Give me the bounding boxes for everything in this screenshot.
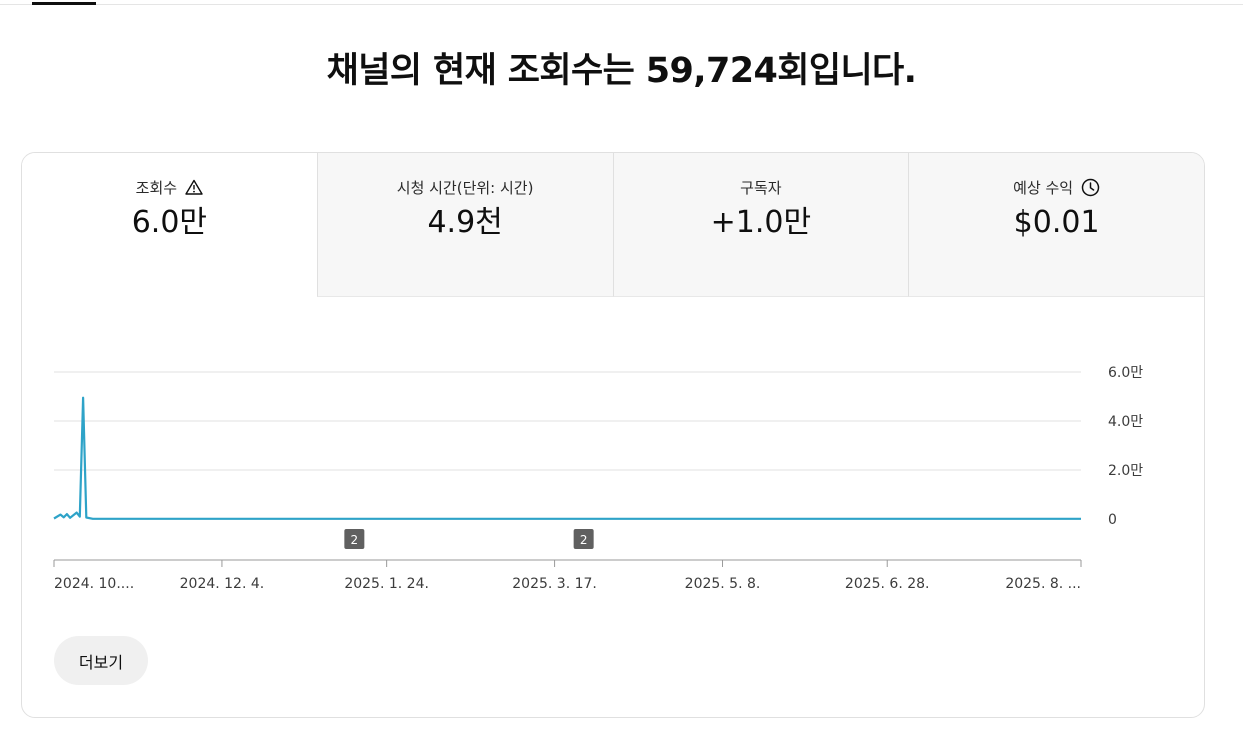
views-series-line	[53, 396, 1081, 520]
more-button[interactable]: 더보기	[54, 636, 148, 685]
annotation-label: 2	[580, 533, 588, 547]
x-tick-label: 2025. 8. ...	[1005, 576, 1081, 592]
x-tick-label: 2024. 12. 4.	[180, 576, 265, 592]
active-tab-indicator	[32, 2, 96, 5]
x-tick-label: 2025. 5. 8.	[685, 576, 761, 592]
y-tick-label: 2.0만	[1108, 463, 1143, 479]
x-tick-label: 2025. 1. 24.	[344, 576, 429, 592]
page-headline: 채널의 현재 조회수는 59,724회입니다.	[326, 51, 917, 91]
annotation-label: 2	[351, 533, 359, 547]
x-tick-label: 2025. 6. 28.	[845, 576, 930, 592]
y-tick-label: 0	[1108, 512, 1117, 528]
y-tick-label: 4.0만	[1108, 414, 1143, 430]
analytics-card: 조회수 6.0만 시청 시간(단위: 시간) 4.9천 구독자 +1.0만 예상 수익 $0.…	[21, 152, 1205, 718]
x-tick-label: 2024. 10....	[54, 576, 134, 592]
x-tick-label: 2025. 3. 17.	[512, 576, 597, 592]
y-tick-label: 6.0만	[1108, 365, 1143, 381]
top-divider	[0, 4, 1243, 5]
views-line-chart: 6.0만 4.0만 2.0만 0 2024. 10.... 2024. 12. 4. 202…	[53, 365, 1143, 592]
